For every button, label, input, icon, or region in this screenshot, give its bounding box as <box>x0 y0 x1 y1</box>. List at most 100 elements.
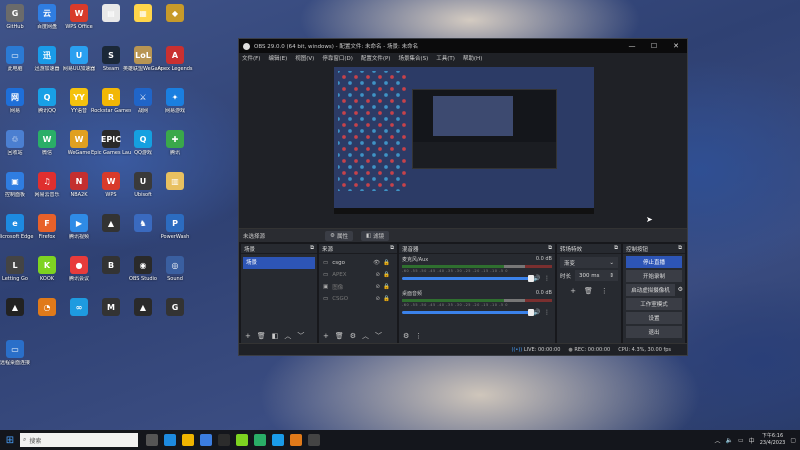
move-up-button[interactable]: ︿ <box>284 331 291 341</box>
source-item[interactable]: ▭ APEX ⊘🔒 <box>319 269 397 281</box>
source-item[interactable]: ▣ 图像 ⊘🔒 <box>319 281 397 293</box>
exit-button[interactable]: 退出 <box>626 326 682 338</box>
add-scene-button[interactable]: + <box>245 332 251 340</box>
scene-filters-button[interactable]: ◧ <box>272 332 279 340</box>
visibility-lock-icons[interactable]: 👁🔒 <box>373 260 393 266</box>
virtual-camera-button[interactable]: 启动虚拟摄像机 ⚙ <box>626 284 683 296</box>
close-button[interactable]: ✕ <box>665 39 687 53</box>
menu-view[interactable]: 视图(V) <box>295 54 314 62</box>
add-transition-button[interactable]: + <box>570 287 576 295</box>
desktop-icon[interactable]: ▭ 远程桌面连接 <box>0 340 32 366</box>
desktop-icon[interactable]: ▲ <box>126 298 160 318</box>
desktop-icon[interactable]: M <box>94 298 128 318</box>
chevron-up-icon[interactable]: ︿ <box>715 436 721 445</box>
gear-icon[interactable]: ⚙ <box>678 286 683 293</box>
kook-icon[interactable] <box>236 434 248 446</box>
desktop-icon[interactable]: ◆ <box>158 4 192 24</box>
start-recording-button[interactable]: 开始录制 <box>626 270 682 282</box>
app-icon[interactable] <box>218 434 230 446</box>
source-settings-button[interactable]: ⚙ <box>350 332 356 340</box>
app-icon: EPIC <box>101 130 121 148</box>
visibility-lock-icons[interactable]: ⊘🔒 <box>376 296 393 302</box>
menu-file[interactable]: 文件(F) <box>242 54 260 62</box>
transition-more-button[interactable]: ⋮ <box>601 287 608 295</box>
menu-edit[interactable]: 编辑(E) <box>268 54 287 62</box>
desktop-icon[interactable]: ∞ <box>62 298 96 318</box>
edge-icon[interactable] <box>164 434 176 446</box>
desktop-icon[interactable]: ♞ <box>126 214 160 234</box>
stop-streaming-button[interactable]: 停止直播 <box>626 256 682 268</box>
filters-button[interactable]: ◧ 滤镜 <box>360 230 390 241</box>
explorer-icon[interactable] <box>182 434 194 446</box>
speaker-icon[interactable]: 🔈 <box>726 437 733 444</box>
clock[interactable]: 下午6:16 23/4/2023 <box>760 433 786 447</box>
source-item[interactable]: ▭ csgo 👁🔒 <box>319 257 397 269</box>
move-down-button[interactable]: ﹀ <box>297 331 304 341</box>
app-icon[interactable] <box>290 434 302 446</box>
task-view-icon[interactable] <box>146 434 158 446</box>
desktop-icon[interactable]: ◔ <box>30 298 64 318</box>
desktop-icon[interactable]: ▲ <box>94 214 128 234</box>
studio-mode-button[interactable]: 工作室模式 <box>626 298 682 310</box>
desktop-icon[interactable]: U Ubisoft <box>126 172 160 198</box>
desktop-icon[interactable]: G <box>158 298 192 318</box>
minimize-button[interactable]: — <box>621 39 643 53</box>
desktop-icon[interactable]: P PowerWash <box>158 214 192 240</box>
menu-scene-collection[interactable]: 场景集合(S) <box>398 54 428 62</box>
menu-docks[interactable]: 停靠窗口(D) <box>322 54 353 62</box>
desktop-icon[interactable]: ▥ <box>158 172 192 192</box>
obs-titlebar[interactable]: OBS 29.0.0 (64 bit, windows) - 配置文件: 未命名… <box>239 39 687 53</box>
wechat-icon[interactable] <box>254 434 266 446</box>
remove-source-button[interactable]: 🗑 <box>335 332 344 340</box>
undock-icon[interactable]: ⧉ <box>678 245 682 252</box>
desktop-icon[interactable]: ✦ 网易游戏 <box>158 88 192 114</box>
app-icon[interactable] <box>272 434 284 446</box>
maximize-button[interactable]: ☐ <box>643 39 665 53</box>
volume-slider[interactable] <box>402 275 534 282</box>
desktop-icon[interactable]: W WPS Office <box>62 4 96 30</box>
source-item[interactable]: ▭ CSGO ⊘🔒 <box>319 293 397 305</box>
more-icon[interactable]: ⋮ <box>542 309 552 316</box>
visibility-lock-icons[interactable]: ⊘🔒 <box>376 284 393 290</box>
more-icon[interactable]: ⋮ <box>542 275 552 282</box>
scene-item[interactable]: 场景 <box>243 257 315 269</box>
desktop-icon[interactable]: ▤ <box>94 4 128 24</box>
desktop-icon[interactable]: ▦ <box>126 4 160 24</box>
desktop-icon[interactable]: ▶ 腾讯视频 <box>62 214 96 240</box>
menu-tools[interactable]: 工具(T) <box>436 54 455 62</box>
ime-icon[interactable]: 中 <box>749 436 755 445</box>
desktop-icon[interactable]: A Apex Legends <box>157 46 193 72</box>
move-up-button[interactable]: ︿ <box>362 331 369 341</box>
search-input[interactable]: ⌕ 搜索 <box>20 433 138 447</box>
undock-icon[interactable]: ⧉ <box>614 245 618 252</box>
remove-transition-button[interactable]: 🗑 <box>584 287 593 295</box>
menu-help[interactable]: 帮助(H) <box>463 54 482 62</box>
mixer-settings-button[interactable]: ⚙ <box>403 332 409 340</box>
mixer-more-button[interactable]: ⋮ <box>415 332 422 340</box>
desktop-icon[interactable]: B <box>94 256 128 276</box>
visibility-lock-icons[interactable]: ⊘🔒 <box>376 272 393 278</box>
undock-icon[interactable]: ⧉ <box>390 245 394 252</box>
notification-icon[interactable]: ▢ <box>790 437 796 444</box>
desktop-icon[interactable]: ◎ Sound <box>158 256 192 282</box>
undock-icon[interactable]: ⧉ <box>548 245 552 252</box>
move-down-button[interactable]: ﹀ <box>375 331 382 341</box>
store-icon[interactable] <box>200 434 212 446</box>
network-icon[interactable]: ▭ <box>738 437 744 444</box>
desktop-icon[interactable]: ▲ <box>0 298 32 318</box>
volume-slider[interactable] <box>402 309 534 316</box>
program-preview[interactable] <box>334 67 594 214</box>
add-source-button[interactable]: + <box>323 332 329 340</box>
settings-button[interactable]: 设置 <box>626 312 682 324</box>
remove-scene-button[interactable]: 🗑 <box>257 332 266 340</box>
duration-input[interactable]: 300 ms ⇕ <box>575 270 618 281</box>
desktop-icon[interactable]: ✚ 腾讯 <box>158 130 192 156</box>
desktop-icon[interactable]: ● 腾讯会议 <box>62 256 96 282</box>
transition-select[interactable]: 渐变 ⌄ <box>560 257 618 268</box>
rec-icon: ● <box>568 346 573 353</box>
properties-button[interactable]: ⚙ 属性 <box>325 230 353 241</box>
obs-icon[interactable] <box>308 434 320 446</box>
windows-start-icon[interactable]: ⊞ <box>0 430 20 450</box>
menu-profile[interactable]: 配置文件(P) <box>361 54 391 62</box>
undock-icon[interactable]: ⧉ <box>310 245 314 252</box>
